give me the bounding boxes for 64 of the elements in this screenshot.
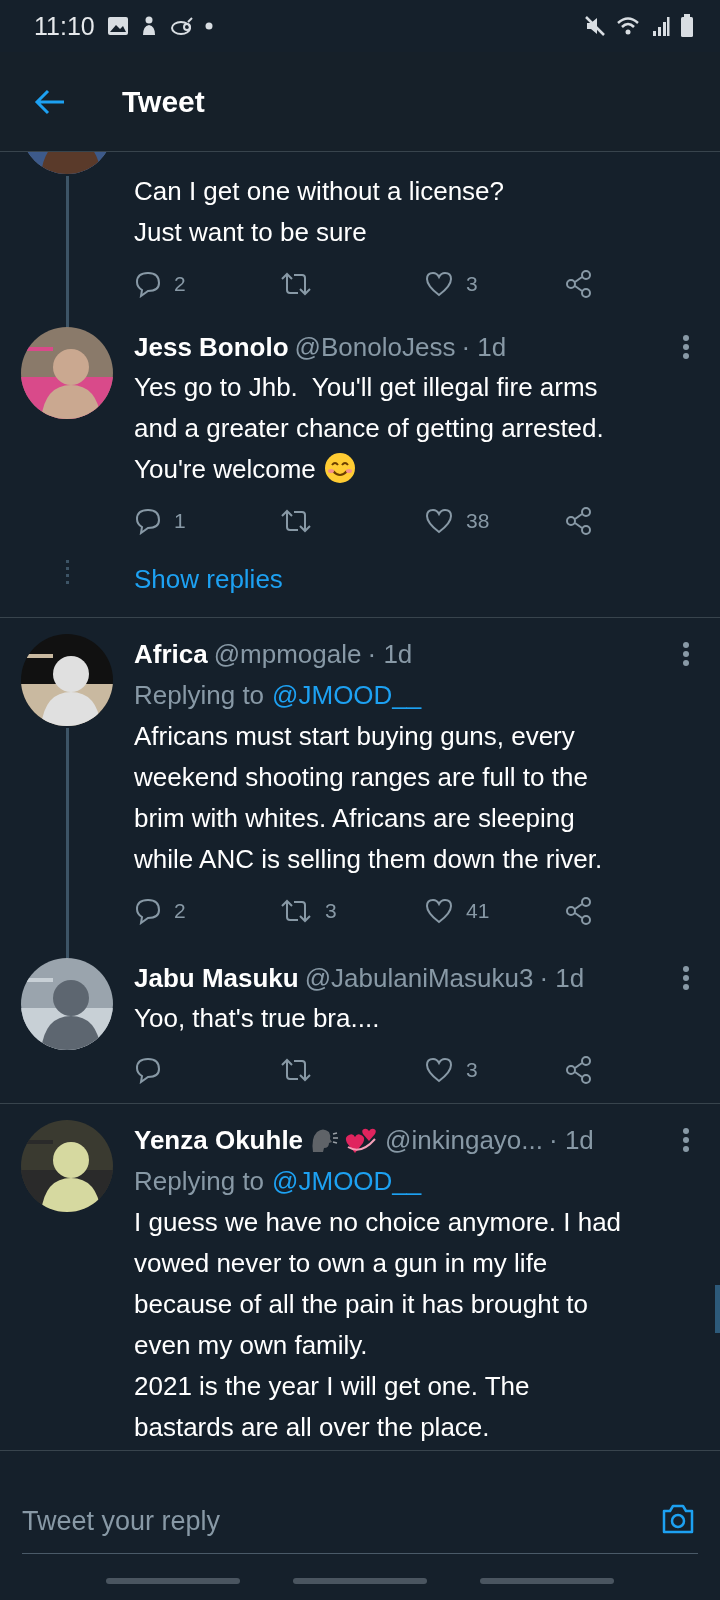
scrollbar — [715, 1285, 720, 1333]
author-name[interactable]: Yenza Okuhle — [134, 1124, 304, 1156]
tweet-time: · 1d — [539, 962, 585, 994]
share-icon[interactable] — [564, 269, 594, 299]
replying-label: Replying to — [134, 679, 265, 711]
reply-field[interactable]: Tweet your reply — [22, 1489, 698, 1554]
nav-handle[interactable] — [293, 1578, 427, 1584]
author-name[interactable]: Africa — [134, 638, 208, 670]
signal-icon — [652, 15, 670, 37]
share-icon[interactable] — [564, 1055, 594, 1085]
tweet-text: Africans must start buying guns, every weekend shooting ranges are full to the brim with whites. Africans are sleeping while ANC is selling them down the river. — [134, 720, 604, 876]
nav-handle[interactable] — [106, 1578, 241, 1584]
mention-link[interactable]: @JMOOD__ — [272, 679, 422, 711]
share-icon[interactable] — [564, 896, 594, 926]
tweet-time: · 1d — [461, 331, 507, 363]
mute-icon — [584, 15, 606, 37]
retweet-count: 3 — [325, 899, 337, 923]
like-count: 41 — [466, 899, 490, 923]
nav-handle[interactable] — [479, 1578, 614, 1584]
thread-dots — [65, 560, 69, 586]
heart-icon[interactable] — [424, 507, 454, 535]
page-title: Tweet — [122, 84, 205, 119]
author-handle[interactable]: @JabulaniMasuku3 — [304, 962, 534, 994]
author-handle[interactable]: @BonoloJess — [294, 331, 456, 363]
retweet-icon[interactable] — [279, 507, 313, 535]
like-count: 3 — [466, 1058, 478, 1082]
status-time: 11:10 — [34, 11, 95, 41]
retweet-icon[interactable] — [279, 897, 313, 925]
more-icon[interactable] — [682, 641, 690, 667]
heart-icon[interactable] — [424, 270, 454, 298]
reply-count: 1 — [174, 509, 186, 533]
heart-icon[interactable] — [424, 897, 454, 925]
tweet-text: Yoo, that's true bra.... — [134, 1002, 381, 1035]
reply-icon[interactable] — [134, 270, 162, 298]
more-icon[interactable] — [682, 965, 690, 991]
battery-icon — [680, 14, 694, 38]
dot-icon — [204, 22, 213, 30]
camera-icon[interactable] — [660, 1503, 696, 1535]
tweet-text: I guess we have no choice anymore. I had vowed never to own a gun in my life because of all the pain it has brought to even my own family. 2021 is the year I will get one. The bastards are all over the place. — [134, 1206, 623, 1444]
show-replies-link[interactable]: Show replies — [134, 554, 694, 617]
mention-link[interactable]: @JMOOD__ — [272, 1165, 422, 1197]
heart-icon[interactable] — [424, 1056, 454, 1084]
reply-icon[interactable] — [134, 897, 162, 925]
replying-label: Replying to — [134, 1165, 265, 1197]
more-icon[interactable] — [682, 334, 690, 360]
author-name[interactable]: Jess Bonolo — [134, 331, 289, 363]
tweet-text: Yes go to Jhb. You'll get illegal fire arms and a greater chance of getting arrested. You're welcome — [134, 371, 605, 486]
share-icon[interactable] — [564, 506, 594, 536]
author-name[interactable]: Jabu Masuku — [134, 962, 299, 994]
retweet-icon[interactable] — [279, 270, 313, 298]
tweet-text: Can I get one without a license? Just want to be sure — [134, 175, 506, 249]
tweet-time: · 1d — [549, 1124, 594, 1156]
author-handle[interactable]: @inkingayo... — [385, 1124, 543, 1156]
like-count: 38 — [466, 509, 490, 533]
image-icon — [106, 16, 129, 36]
reply-icon[interactable] — [134, 507, 162, 535]
reply-icon[interactable] — [134, 1056, 162, 1084]
more-icon[interactable] — [682, 1127, 690, 1153]
author-handle[interactable]: @mpmogale — [213, 638, 362, 670]
reply-count: 2 — [174, 899, 186, 923]
like-count: 3 — [466, 272, 478, 296]
retweet-icon[interactable] — [279, 1056, 313, 1084]
reply-count: 2 — [174, 272, 186, 296]
tweet-time: · 1d — [367, 638, 413, 670]
